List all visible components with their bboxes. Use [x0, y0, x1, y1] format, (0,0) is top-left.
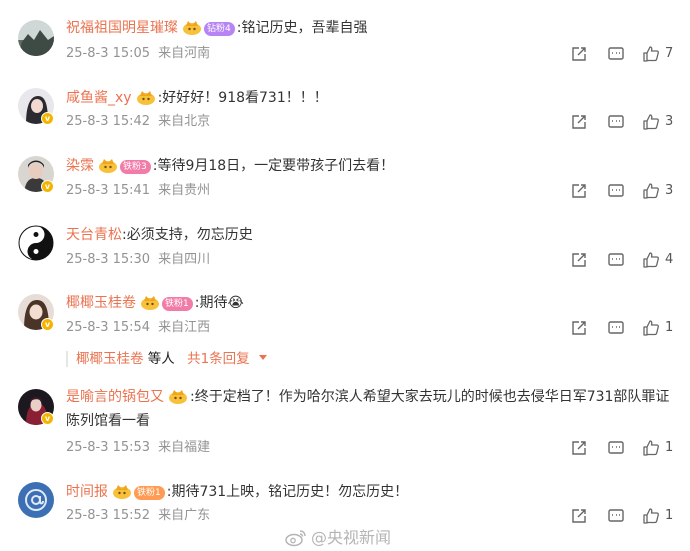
comment-date: 25-8-3 15:05 [66, 46, 151, 61]
crown-icon [140, 294, 160, 310]
crown-icon [182, 19, 202, 35]
comment-icon[interactable] [607, 113, 625, 131]
crown-icon [136, 89, 156, 105]
share-icon[interactable] [570, 439, 588, 457]
share-icon[interactable] [570, 45, 588, 63]
caret-down-icon [258, 355, 267, 360]
reply-user-name[interactable]: 椰椰玉桂卷 [76, 351, 144, 367]
yinyang-avatar[interactable] [18, 225, 54, 261]
fan-badge: 钻粉4 [204, 22, 235, 36]
watermark: @央视新闻 [285, 524, 391, 548]
comment-location: 来自四川 [158, 252, 211, 267]
user-name[interactable]: 椰椰玉桂卷 [66, 295, 136, 311]
comment-location: 来自福建 [158, 440, 211, 455]
comment-location: 来自江西 [158, 320, 211, 335]
like-icon[interactable] [642, 319, 660, 337]
verified-badge: v [41, 412, 54, 425]
comment-date: 25-8-3 15:54 [66, 320, 151, 335]
user-name[interactable]: 是喻言的锅包又 [66, 389, 164, 405]
fan-badge: 铁粉3 [120, 160, 151, 174]
landscape-avatar[interactable] [18, 20, 54, 56]
share-icon[interactable] [570, 182, 588, 200]
comment-text: :必须支持，勿忘历史 [122, 227, 253, 243]
user-name[interactable]: 染霂 [66, 158, 94, 174]
at-avatar[interactable] [18, 482, 54, 518]
verified-badge: v [41, 318, 54, 331]
reply-count-link[interactable]: 共1条回复 [187, 351, 250, 367]
user-name[interactable]: 祝福祖国明星璀璨 [66, 20, 178, 36]
comment-location: 来自广东 [158, 508, 211, 523]
comment-text: :期待😭 [194, 295, 244, 311]
share-icon[interactable] [570, 507, 588, 525]
comment-date: 25-8-3 15:41 [66, 183, 151, 198]
like-count: 1 [665, 320, 674, 335]
user-name[interactable]: 时间报 [66, 484, 108, 500]
comment-text: :铭记历史，吾辈自强 [236, 20, 368, 36]
reply-suffix: 等人 [147, 351, 175, 367]
like-icon[interactable] [642, 507, 660, 525]
user-name[interactable]: 咸鱼酱_xy [66, 90, 132, 106]
weibo-logo-icon [285, 530, 306, 547]
fan-badge: 铁粉1 [134, 486, 165, 500]
verified-badge: v [41, 180, 54, 193]
like-count: 7 [665, 46, 674, 61]
crown-icon [112, 483, 132, 499]
like-count: 3 [665, 183, 674, 198]
comment-icon[interactable] [607, 45, 625, 63]
share-icon[interactable] [570, 319, 588, 337]
like-count: 3 [665, 114, 674, 129]
comment-date: 25-8-3 15:30 [66, 252, 151, 267]
comment-text: :等待9月18日，一定要带孩子们去看！ [152, 158, 395, 174]
reply-summary[interactable]: 椰椰玉桂卷 等人 共1条回复 [66, 350, 268, 368]
share-icon[interactable] [570, 113, 588, 131]
comment-icon[interactable] [607, 507, 625, 525]
comment-date: 25-8-3 15:52 [66, 508, 151, 523]
comment-icon[interactable] [607, 439, 625, 457]
like-icon[interactable] [642, 113, 660, 131]
comment-date: 25-8-3 15:53 [66, 440, 151, 455]
watermark-text: @央视新闻 [311, 528, 392, 547]
crown-icon [168, 388, 188, 404]
crown-icon [98, 157, 118, 173]
comment-text: :期待731上映，铭记历史！勿忘历史！ [166, 484, 409, 500]
user-name[interactable]: 天台青松 [66, 227, 122, 243]
like-count: 1 [665, 440, 674, 455]
comment-text: :好好好！918看731！！！ [157, 90, 328, 106]
comment-location: 来自北京 [158, 114, 211, 129]
comment-icon[interactable] [607, 182, 625, 200]
reply-divider [66, 351, 68, 367]
like-icon[interactable] [642, 251, 660, 269]
like-icon[interactable] [642, 439, 660, 457]
like-count: 1 [665, 508, 674, 523]
like-icon[interactable] [642, 45, 660, 63]
comment-date: 25-8-3 15:42 [66, 114, 151, 129]
comment-location: 来自河南 [158, 46, 211, 61]
comment-location: 来自贵州 [158, 183, 211, 198]
fan-badge: 铁粉1 [162, 297, 193, 311]
comment-icon[interactable] [607, 319, 625, 337]
verified-badge: v [41, 112, 54, 125]
like-icon[interactable] [642, 182, 660, 200]
comment-icon[interactable] [607, 251, 625, 269]
like-count: 4 [665, 252, 674, 267]
share-icon[interactable] [570, 251, 588, 269]
